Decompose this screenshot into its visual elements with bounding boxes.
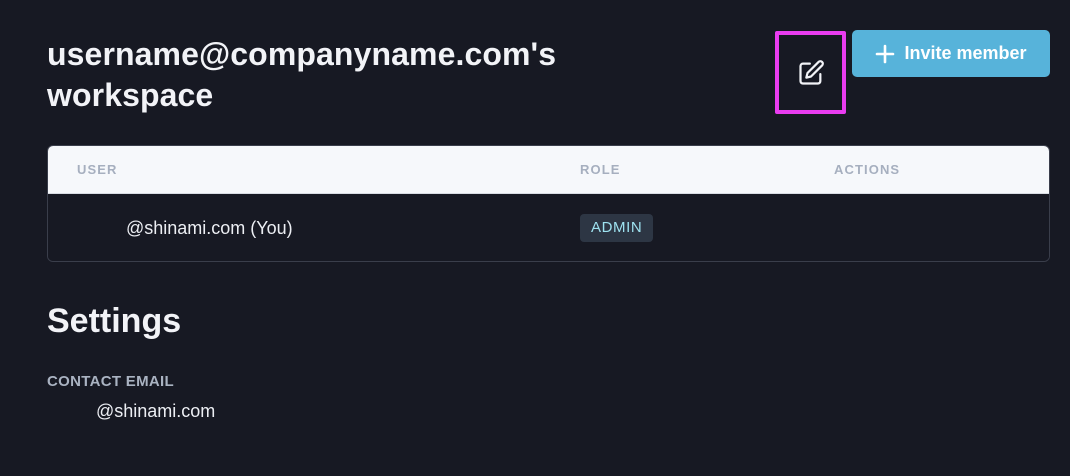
table-header: USER ROLE ACTIONS <box>48 146 1049 194</box>
column-header-role: ROLE <box>580 162 621 177</box>
column-header-user: USER <box>77 162 118 177</box>
column-header-actions: ACTIONS <box>834 162 901 177</box>
role-badge: ADMIN <box>580 214 654 242</box>
contact-email-value: @shinami.com <box>96 401 216 421</box>
table-row: @shinami.com (You) ADMIN <box>48 194 1049 261</box>
settings-heading: Settings <box>47 302 182 340</box>
members-table: USER ROLE ACTIONS @shinami.com (You) ADM… <box>47 145 1050 262</box>
invite-member-label: Invite member <box>904 43 1027 63</box>
invite-member-button[interactable]: Invite member <box>852 30 1050 77</box>
member-user-cell: @shinami.com (You) <box>126 218 293 238</box>
contact-email-label: CONTACT EMAIL <box>47 373 174 390</box>
plus-icon <box>876 44 895 63</box>
edit-workspace-button[interactable] <box>779 35 842 110</box>
edit-icon <box>798 59 824 85</box>
workspace-title: username@companyname.com's workspace <box>47 36 557 113</box>
workspace-page: username@companyname.com's workspace Inv… <box>0 0 1070 476</box>
